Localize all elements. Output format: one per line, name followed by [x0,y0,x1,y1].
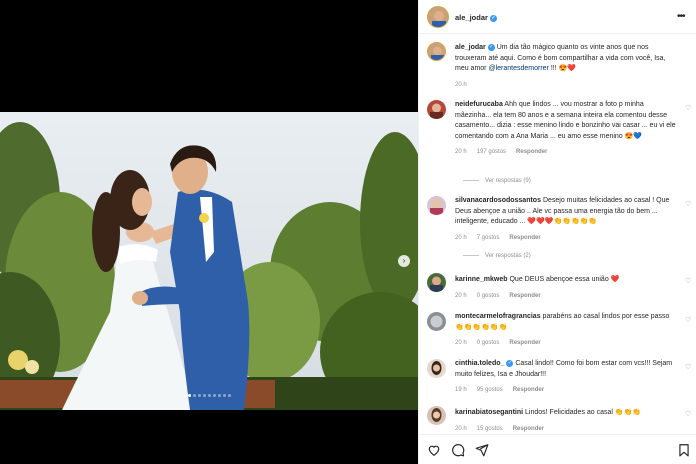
comment-time: 20 h [455,292,467,299]
heart-icon[interactable] [427,443,441,457]
comment-time: 20 h [455,149,467,155]
reply-button[interactable]: Responder [513,426,544,432]
post-media: › [0,0,418,464]
comments-list[interactable]: ale_jodar ✓ Um dia tão mágico quanto os v… [419,34,696,434]
more-icon[interactable]: ••• [677,11,685,22]
like-comment-heart-icon[interactable]: ♡ [685,200,691,208]
reply-button[interactable]: Responder [509,293,540,299]
verified-icon: ✓ [506,359,514,367]
commenter-avatar[interactable] [427,196,446,215]
like-comment-heart-icon[interactable]: ♡ [685,104,691,112]
like-comment-heart-icon[interactable]: ♡ [685,363,691,371]
author-username-text[interactable]: ale_jodar [455,13,488,22]
like-comment-heart-icon[interactable]: ♡ [685,410,691,418]
author-avatar[interactable] [427,42,446,61]
next-image-button[interactable]: › [398,255,410,267]
verified-icon: ✓ [489,14,497,22]
caption-emoji: !!! 😍❤️ [550,65,577,72]
carousel-dot [227,394,231,397]
view-replies[interactable]: Ver respostas (9) [463,178,531,184]
post-header: ale_jodar ✓ ••• [419,0,696,34]
commenter-avatar[interactable] [427,359,446,378]
carousel-dot [207,394,211,397]
carousel-dot [222,394,226,397]
reply-button[interactable]: Responder [509,235,540,241]
comment-time: 20 h [455,425,467,432]
commenter-avatar[interactable] [427,312,446,331]
carousel-dots [0,394,418,397]
wedding-photo[interactable] [0,112,418,410]
author-avatar[interactable] [427,6,449,28]
verified-icon: ✓ [487,43,495,51]
caption-time: 20 h [455,81,467,88]
carousel-dot [197,394,201,397]
caption-username[interactable]: ale_jodar [455,44,486,51]
commenter-username[interactable]: silvanacardosodossantos [455,197,541,204]
comment-time: 19 h [455,387,467,393]
commenter-username[interactable]: neidefurucaba [455,101,503,108]
commenter-username[interactable]: cinthia.toledo_ [455,360,504,367]
comment-time: 20 h [455,234,467,241]
share-icon[interactable] [475,443,489,457]
carousel-dot [187,394,191,397]
carousel-dot [212,394,216,397]
comment-icon[interactable] [451,443,465,457]
view-replies-label[interactable]: Ver respostas (2) [485,253,531,259]
caption-mention[interactable]: @lerantesdemorrer [488,65,548,72]
bookmark-icon[interactable] [677,443,691,457]
comment-likes[interactable]: 197 gostos [477,149,506,155]
author-username[interactable]: ale_jodar ✓ [455,13,497,22]
commenter-username[interactable]: karinne_mkweb [455,276,508,283]
like-comment-heart-icon[interactable]: ♡ [685,277,691,285]
comment-likes[interactable]: 0 gostos [477,340,500,346]
view-replies[interactable]: Ver respostas (2) [463,253,531,259]
comment-likes[interactable]: 95 gostos [477,387,503,393]
comment-likes[interactable]: 7 gostos [477,235,500,241]
post-side-panel: ale_jodar ✓ ••• ale_jodar ✓ Um dia tão mág… [418,0,696,464]
reply-button[interactable]: Responder [509,340,540,346]
commenter-avatar[interactable] [427,273,446,292]
comment-likes[interactable]: 0 gostos [477,293,500,299]
reply-button[interactable]: Responder [513,387,544,393]
commenter-avatar[interactable] [427,406,446,425]
comment-likes[interactable]: 15 gostos [477,426,503,432]
reply-button[interactable]: Responder [516,149,547,155]
commenter-username[interactable]: montecarmelofragrancias [455,313,541,320]
comment-time: 20 h [455,340,467,346]
comment-text: Lindos! Felicidades ao casal 👏👏👏 [525,409,642,416]
view-replies-label[interactable]: Ver respostas (9) [485,178,531,184]
like-comment-heart-icon[interactable]: ♡ [685,316,691,324]
carousel-dot [217,394,221,397]
comment-text: Que DEUS abençoe essa união ❤️ [509,276,620,283]
commenter-username[interactable]: karinabiatosegantini [455,409,523,416]
carousel-dot [202,394,206,397]
carousel-dot [192,394,196,397]
commenter-avatar[interactable] [427,100,446,119]
post-actions-bar [419,434,696,464]
